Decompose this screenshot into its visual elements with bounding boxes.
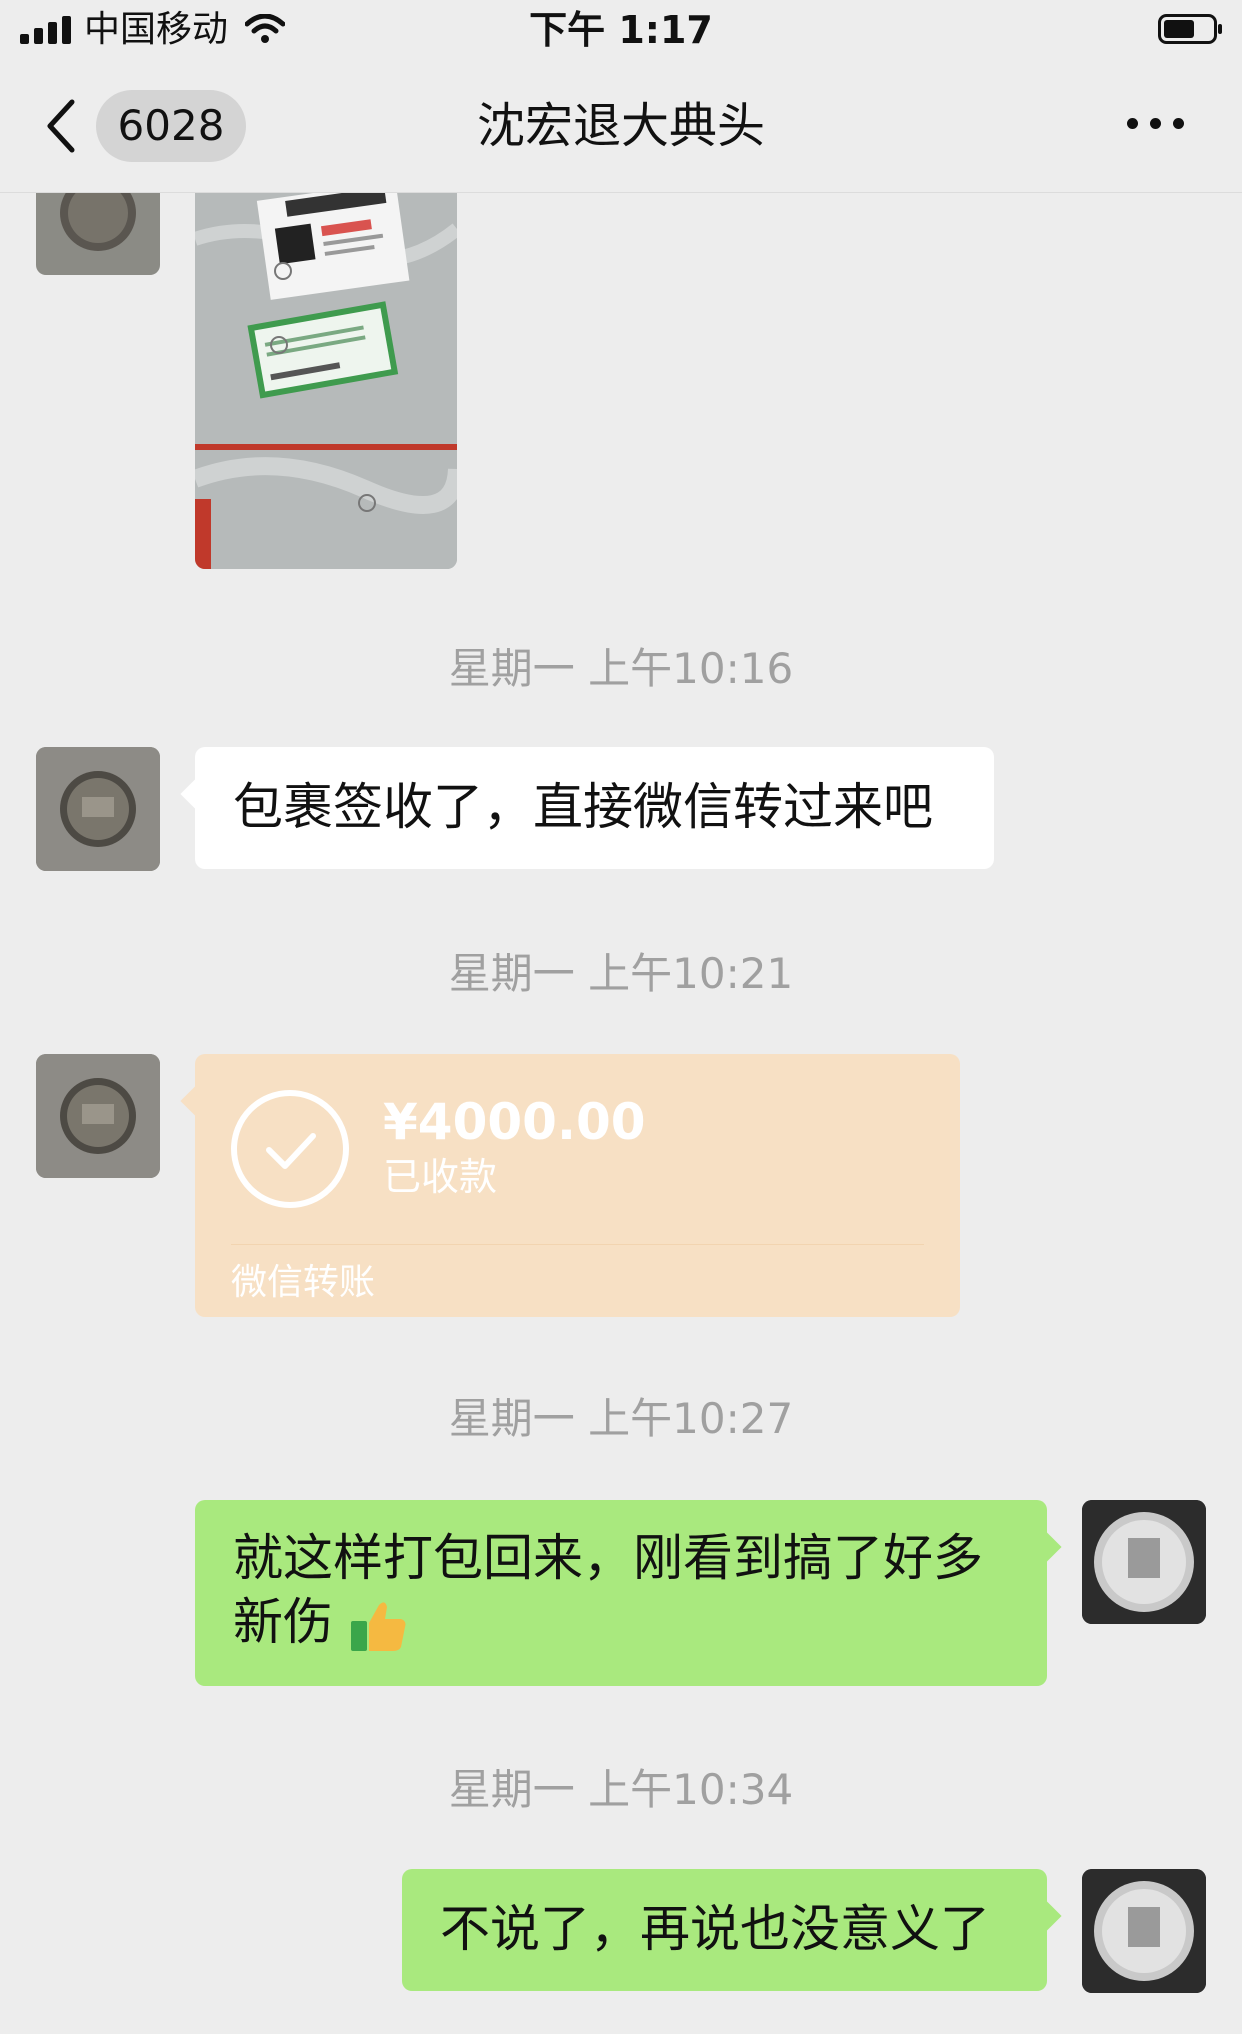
transfer-label: 微信转账 [231,1262,376,1303]
thumbs-up-icon [350,1601,406,1651]
message-text: 新伤 [233,1593,333,1651]
divider [231,1244,924,1245]
more-dots-icon[interactable] [1127,118,1184,129]
message-timestamp: 星期一 上午10:34 [448,1765,794,1814]
chat-title: 沈宏退大典头 [476,98,765,154]
my-avatar[interactable] [1082,1500,1206,1624]
transfer-amount: ¥4000.00 [383,1093,646,1151]
message-timestamp: 星期一 上午10:16 [448,644,794,693]
chat-header: 6028 沈宏退大典头 [0,62,1242,193]
message-text: 包裹签收了，直接微信转过来吧 [233,778,933,836]
package-photo[interactable] [195,193,457,569]
message-text: 不说了，再说也没意义了 [440,1900,990,1958]
message-timestamp: 星期一 上午10:27 [448,1394,794,1443]
wechat-transfer-card[interactable]: ¥4000.00 已收款 微信转账 [180,1054,960,1317]
transfer-status: 已收款 [383,1155,498,1199]
contact-avatar[interactable] [36,193,160,275]
status-time: 下午 1:17 [529,8,713,52]
battery-icon [1158,14,1222,44]
message-timestamp: 星期一 上午10:21 [448,949,794,998]
outgoing-message-bubble[interactable]: 不说了，再说也没意义了 [402,1869,1062,1991]
contact-avatar[interactable] [36,747,160,871]
status-bar: 中国移动 下午 1:17 [0,0,1242,62]
outgoing-message-bubble[interactable]: 就这样打包回来，刚看到搞了好多 新伤 [195,1500,1062,1686]
contact-avatar[interactable] [36,1054,160,1178]
my-avatar[interactable] [1082,1869,1206,1993]
check-circle-icon [231,1090,349,1208]
message-list[interactable]: 星期一 上午10:16 包裹签收了，直接微信转过来吧 星期一 上午10:21 ¥… [0,193,1242,2034]
message-text: 就这样打包回来，刚看到搞了好多 [233,1529,983,1587]
incoming-message-bubble[interactable]: 包裹签收了，直接微信转过来吧 [180,747,994,869]
